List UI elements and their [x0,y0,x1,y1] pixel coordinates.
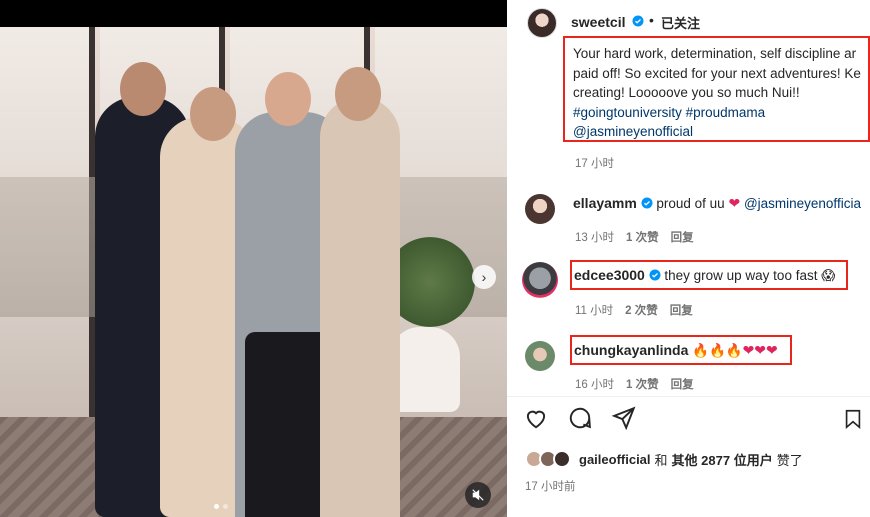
reply-button[interactable]: 回复 [671,379,694,391]
comment-mention[interactable]: @jasmineyenofficia [744,196,861,211]
heart-icon[interactable] [523,405,549,431]
verified-icon [632,15,644,27]
mute-icon[interactable] [465,482,491,508]
plant-pot [390,327,460,412]
post-header: sweetcil • 已关注 [507,0,870,40]
liker-avatars [525,450,571,468]
heart-emoji: ❤ [728,195,741,211]
comment-meta: 13 小时 1 次赞 回复 [575,229,706,245]
heart-emoji: ❤ [754,342,767,358]
liker-username[interactable]: gaileofficial [579,452,651,467]
heart-emoji: ❤ [766,342,778,358]
likes-summary[interactable]: gaileofficial 和 其他 2877 位用户 赞了 [525,449,807,469]
commenter-username[interactable]: chungkayanlinda [574,342,688,358]
caption-line: creating! Looooove you so much Nui!! [573,85,800,100]
likes-others[interactable]: 其他 2877 位用户 [672,450,773,469]
comment-time: 11 小时 [575,305,614,317]
commenter-username[interactable]: ellayamm [573,195,637,211]
comment-icon[interactable] [567,405,593,431]
comment-body: chungkayanlinda 🔥🔥🔥❤❤❤ [574,342,778,359]
author-avatar[interactable] [527,8,557,38]
comment-meta: 16 小时 1 次赞 回复 [575,376,706,392]
action-bar [523,405,637,433]
header-separator: • [649,12,654,28]
reply-button[interactable]: 回复 [670,305,693,317]
verified-icon [649,269,661,281]
commenter-username[interactable]: edcee3000 [574,267,645,283]
caption-line: paid off! So excited for your next adven… [573,65,861,81]
author-username[interactable]: sweetcil [571,14,625,30]
comment-meta: 11 小时 2 次赞 回复 [575,302,705,318]
comment-body: edcee3000 they grow up way too fast 😱 [574,267,835,284]
divider [507,396,870,397]
commenter-avatar[interactable] [522,262,558,298]
verified-icon [641,197,653,209]
fire-emoji: 🔥 [708,343,726,358]
likes-connector: 和 [654,452,668,468]
heart-emoji: ❤ [742,342,755,358]
caption-line: Your hard work, determination, self disc… [573,46,857,61]
person-figure [320,67,400,517]
post-timestamp: 17 小时前 [525,481,576,493]
commenter-avatar[interactable] [525,194,555,224]
post-video[interactable] [0,27,507,517]
share-icon[interactable] [611,405,637,431]
comment-time: 16 小时 [575,379,614,391]
carousel-dots [214,504,228,509]
commenter-avatar[interactable] [525,341,555,371]
fire-emoji: 🔥 [725,343,743,358]
post-media: › [0,0,507,517]
next-arrow-icon[interactable]: › [472,265,496,289]
comment-text: proud of uu [656,196,725,211]
comment-time: 13 小时 [575,232,614,244]
caption-mention[interactable]: @jasmineyenofficial [573,122,870,142]
comment-likes[interactable]: 1 次赞 [626,232,659,244]
save-icon[interactable] [842,407,864,431]
follow-status-button[interactable]: 已关注 [661,13,700,32]
comment-text: they grow up way too fast [664,268,818,283]
caption-hashtags[interactable]: #goingtouniversity #proudmama [573,103,870,123]
liker-avatar [553,450,571,468]
comment-likes[interactable]: 2 次赞 [625,305,658,317]
reply-button[interactable]: 回复 [671,232,694,244]
post-caption: Your hard work, determination, self disc… [573,44,870,142]
caption-time: 17 小时 [575,158,614,170]
fire-emoji: 🔥 [692,343,709,358]
comment-body: ellayamm proud of uu ❤ @jasmineyenoffici… [573,195,861,212]
post-panel: sweetcil • 已关注 Your hard work, determina… [507,0,870,517]
likes-suffix: 赞了 [776,452,803,468]
comment-likes[interactable]: 1 次赞 [626,379,659,391]
scream-emoji: 😱 [821,268,836,283]
